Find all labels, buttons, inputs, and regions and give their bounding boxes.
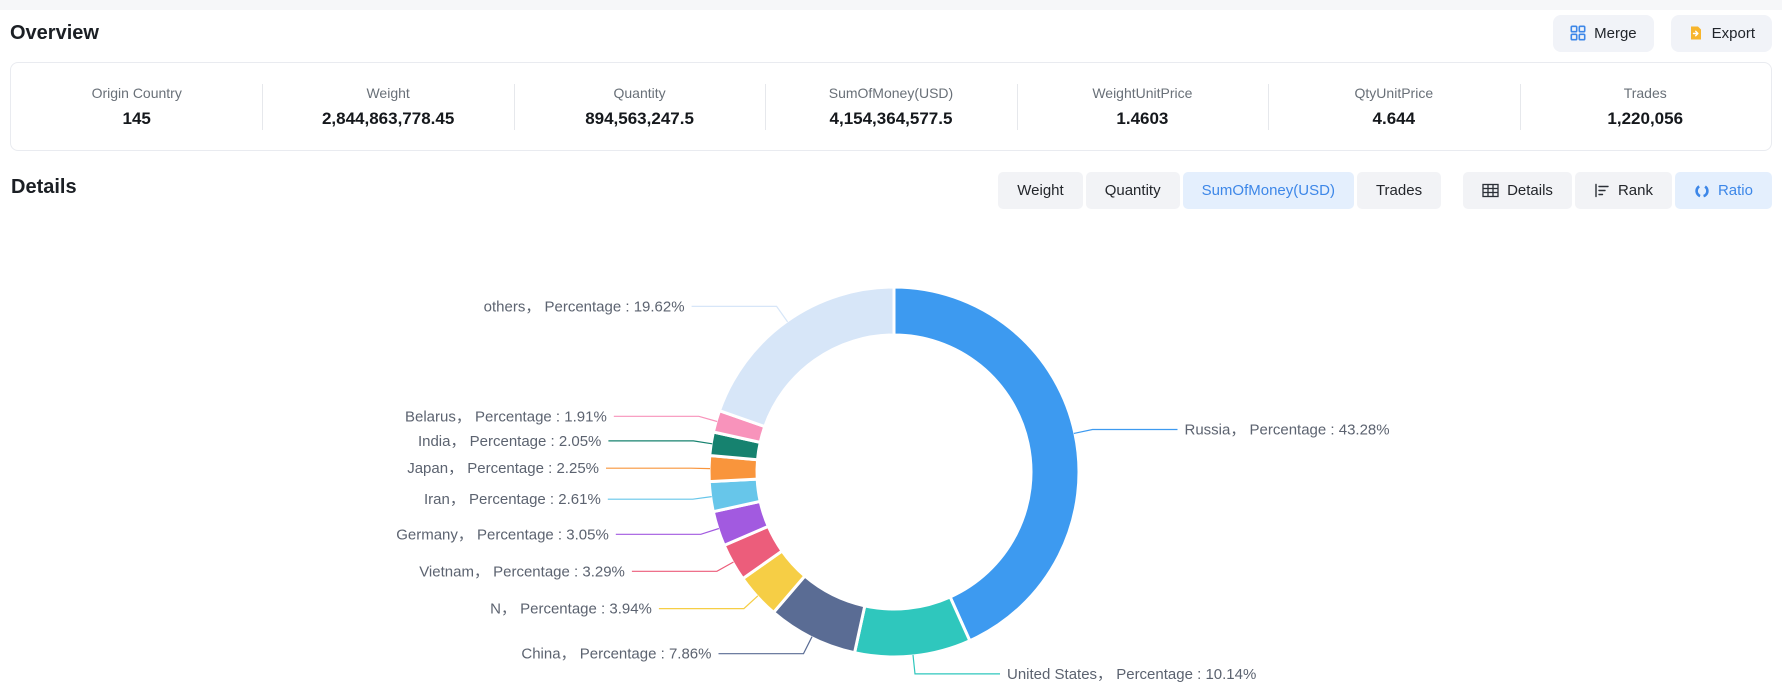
stat-label: WeightUnitPrice bbox=[1017, 85, 1268, 101]
page-top-strip bbox=[0, 0, 1782, 10]
slice-label-united-states: United States， Percentage : 10.14% bbox=[1007, 666, 1256, 683]
stat-value: 2,844,863,778.45 bbox=[262, 109, 513, 129]
slice-label-vietnam: Vietnam， Percentage : 3.29% bbox=[419, 563, 625, 580]
stat-value: 1,220,056 bbox=[1520, 109, 1771, 129]
tab-ratio[interactable]: Ratio bbox=[1675, 172, 1772, 209]
stat-label: Origin Country bbox=[11, 85, 262, 101]
stat-label: Quantity bbox=[514, 85, 765, 101]
stat-quantity: Quantity 894,563,247.5 bbox=[514, 85, 765, 129]
stat-trades: Trades 1,220,056 bbox=[1520, 85, 1771, 129]
tab-label: SumOfMoney(USD) bbox=[1202, 182, 1335, 199]
merge-button-label: Merge bbox=[1594, 25, 1637, 42]
tab-trades[interactable]: Trades bbox=[1357, 172, 1441, 209]
leader-line-n bbox=[659, 596, 758, 609]
slice-united-states[interactable] bbox=[855, 597, 970, 657]
header-row: Overview Merge bbox=[10, 10, 1772, 56]
export-button-label: Export bbox=[1712, 25, 1755, 42]
details-toolbar: Weight Quantity SumOfMoney(USD) Trades Deta… bbox=[998, 172, 1772, 209]
metric-tab-group: Weight Quantity SumOfMoney(USD) Trades bbox=[998, 172, 1441, 209]
slice-label-others: others， Percentage : 19.62% bbox=[484, 298, 685, 315]
stat-sumofmoney-usd: SumOfMoney(USD) 4,154,364,577.5 bbox=[765, 85, 1016, 129]
slice-label-n: N， Percentage : 3.94% bbox=[490, 601, 652, 618]
merge-button[interactable]: Merge bbox=[1553, 15, 1654, 52]
stat-qtyunitprice: QtyUnitPrice 4.644 bbox=[1268, 85, 1519, 129]
stat-label: QtyUnitPrice bbox=[1268, 85, 1519, 101]
export-icon bbox=[1688, 25, 1704, 41]
header-actions: Merge Export bbox=[1553, 15, 1772, 52]
tab-rank[interactable]: Rank bbox=[1575, 172, 1672, 209]
leader-line-others bbox=[692, 306, 788, 322]
tab-label: Details bbox=[1507, 182, 1553, 199]
stat-weightunitprice: WeightUnitPrice 1.4603 bbox=[1017, 85, 1268, 129]
slice-label-japan: Japan， Percentage : 2.25% bbox=[407, 460, 599, 477]
tab-label: Rank bbox=[1618, 182, 1653, 199]
slice-label-india: India， Percentage : 2.05% bbox=[418, 433, 601, 450]
stat-value: 4.644 bbox=[1268, 109, 1519, 129]
leader-line-china bbox=[719, 637, 813, 654]
slice-label-belarus: Belarus， Percentage : 1.91% bbox=[405, 408, 607, 425]
export-button[interactable]: Export bbox=[1671, 15, 1772, 52]
tab-label: Trades bbox=[1376, 182, 1422, 199]
merge-icon bbox=[1570, 25, 1586, 41]
tab-sumofmoney-usd[interactable]: SumOfMoney(USD) bbox=[1183, 172, 1354, 209]
slice-label-russia: Russia， Percentage : 43.28% bbox=[1185, 422, 1390, 439]
page-title: Overview bbox=[10, 22, 99, 45]
ratio-icon bbox=[1694, 183, 1710, 199]
stat-value: 1.4603 bbox=[1017, 109, 1268, 129]
leader-line-india bbox=[608, 441, 712, 444]
rank-icon bbox=[1594, 183, 1610, 198]
stat-value: 4,154,364,577.5 bbox=[765, 109, 1016, 129]
tab-label: Quantity bbox=[1105, 182, 1161, 199]
stat-value: 894,563,247.5 bbox=[514, 109, 765, 129]
leader-line-russia bbox=[1074, 430, 1178, 434]
overview-stats-card: Origin Country145Weight2,844,863,778.45Q… bbox=[10, 62, 1772, 151]
slice-label-germany: Germany， Percentage : 3.05% bbox=[396, 526, 609, 543]
leader-line-germany bbox=[616, 529, 719, 535]
tab-label: Ratio bbox=[1718, 182, 1753, 199]
slice-others[interactable] bbox=[719, 287, 894, 427]
stat-value: 145 bbox=[11, 109, 262, 129]
slice-label-iran: Iran， Percentage : 2.61% bbox=[424, 491, 601, 508]
slice-russia[interactable] bbox=[894, 287, 1079, 641]
tab-label: Weight bbox=[1017, 182, 1063, 199]
stat-origin-country: Origin Country 145 bbox=[11, 85, 262, 129]
table-icon bbox=[1482, 183, 1499, 198]
stat-label: Trades bbox=[1520, 85, 1771, 101]
tab-weight[interactable]: Weight bbox=[998, 172, 1082, 209]
stat-weight: Weight 2,844,863,778.45 bbox=[262, 85, 513, 129]
tab-quantity[interactable]: Quantity bbox=[1086, 172, 1180, 209]
leader-line-belarus bbox=[614, 416, 717, 421]
stat-label: SumOfMoney(USD) bbox=[765, 85, 1016, 101]
tab-details[interactable]: Details bbox=[1463, 172, 1572, 209]
details-title: Details bbox=[11, 176, 77, 199]
view-tab-group: Details Rank Ratio bbox=[1463, 172, 1772, 209]
leader-line-vietnam bbox=[632, 562, 734, 571]
stat-label: Weight bbox=[262, 85, 513, 101]
leader-line-iran bbox=[608, 497, 712, 500]
slice-label-china: China， Percentage : 7.86% bbox=[521, 646, 711, 663]
leader-line-united-states bbox=[913, 655, 1000, 674]
page-root: Overview Merge bbox=[0, 0, 1782, 688]
